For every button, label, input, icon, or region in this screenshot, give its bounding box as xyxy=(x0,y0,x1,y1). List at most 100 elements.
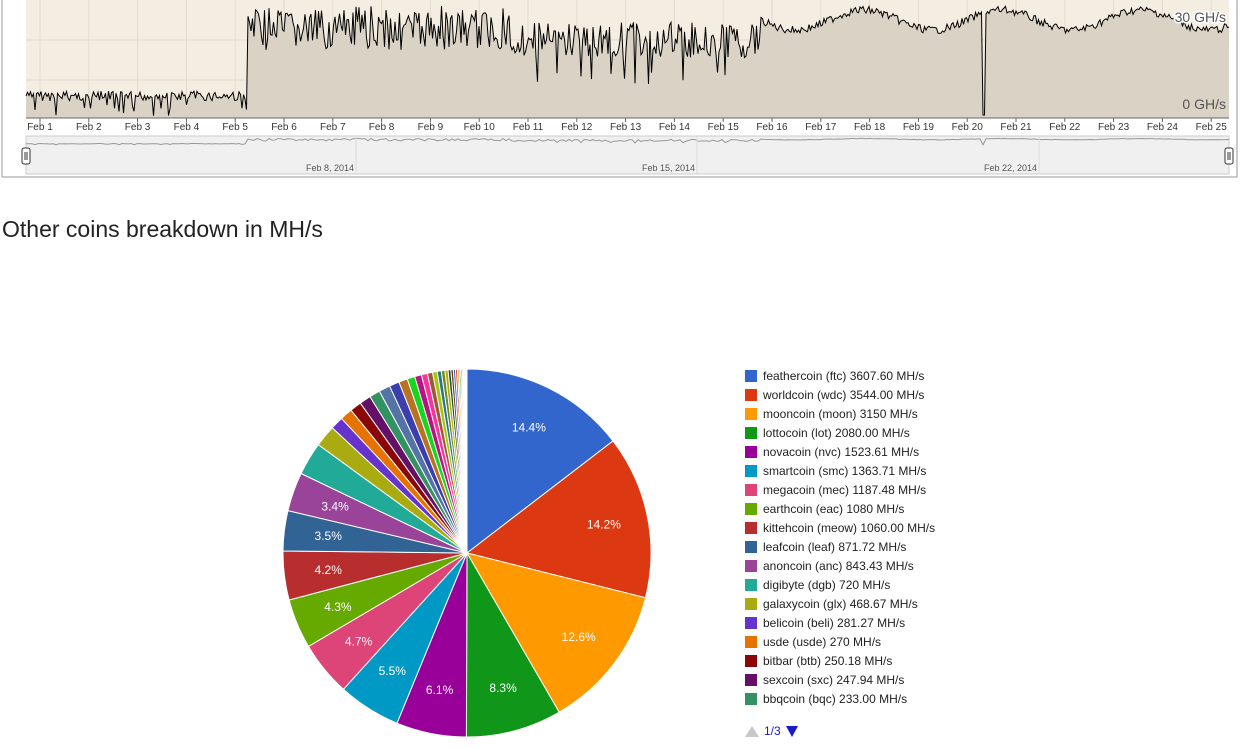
legend-swatch xyxy=(745,654,757,667)
x-tick-label: Feb 19 xyxy=(903,122,935,133)
pie-slice[interactable] xyxy=(465,368,468,554)
y-label-0: 0 GH/s xyxy=(1182,96,1226,112)
legend-label: feathercoin (ftc) 3607.60 MH/s xyxy=(763,368,925,383)
x-tick-label: Feb 13 xyxy=(610,122,642,133)
legend-swatch xyxy=(745,483,757,496)
x-tick-label: Feb 5 xyxy=(222,122,248,133)
x-tick-label: Feb 17 xyxy=(805,122,837,133)
x-tick-label: Feb 25 xyxy=(1196,122,1228,133)
legend-item[interactable]: sexcoin (sxc) 247.94 MH/s xyxy=(745,670,935,689)
x-tick-label: Feb 9 xyxy=(418,122,444,133)
legend-label: novacoin (nvc) 1523.61 MH/s xyxy=(763,444,920,459)
legend-label: digibyte (dgb) 720 MH/s xyxy=(763,577,891,592)
x-tick-label: Feb 18 xyxy=(854,122,886,133)
legend-item[interactable]: megacoin (mec) 1187.48 MH/s xyxy=(745,480,935,499)
x-tick-label: Feb 16 xyxy=(756,122,788,133)
legend-label: mooncoin (moon) 3150 MH/s xyxy=(763,406,918,421)
legend-label: galaxycoin (glx) 468.67 MH/s xyxy=(763,596,918,611)
legend-item[interactable]: galaxycoin (glx) 468.67 MH/s xyxy=(745,594,935,613)
x-tick-label: Feb 6 xyxy=(271,122,297,133)
legend-label: lottocoin (lot) 2080.00 MH/s xyxy=(763,425,910,440)
legend-swatch xyxy=(745,692,757,705)
x-tick-label: Feb 22 xyxy=(1049,122,1081,133)
legend-item[interactable]: usde (usde) 270 MH/s xyxy=(745,632,935,651)
legend-item[interactable]: digibyte (dgb) 720 MH/s xyxy=(745,575,935,594)
section-title: Other coins breakdown in MH/s xyxy=(2,216,323,242)
legend-item[interactable]: mooncoin (moon) 3150 MH/s xyxy=(745,404,935,423)
legend-item[interactable]: feathercoin (ftc) 3607.60 MH/s xyxy=(745,366,935,385)
legend-item[interactable]: smartcoin (smc) 1363.71 MH/s xyxy=(745,461,935,480)
legend-swatch xyxy=(745,616,757,629)
x-tick-label: Feb 12 xyxy=(561,122,593,133)
navigator-label: Feb 8, 2014 xyxy=(306,163,354,173)
legend-swatch xyxy=(745,578,757,591)
legend-item[interactable]: leafcoin (leaf) 871.72 MH/s xyxy=(745,537,935,556)
legend-pager: 1/3 xyxy=(745,724,798,738)
pager-prev-icon xyxy=(745,725,759,737)
legend-swatch xyxy=(745,426,757,439)
legend-item[interactable]: lottocoin (lot) 2080.00 MH/s xyxy=(745,423,935,442)
pie-slice-label: 3.4% xyxy=(321,499,349,513)
legend-label: kittehcoin (meow) 1060.00 MH/s xyxy=(763,520,936,535)
legend-label: worldcoin (wdc) 3544.00 MH/s xyxy=(763,387,925,402)
x-tick-label: Feb 10 xyxy=(464,122,496,133)
pie-slice-label: 3.5% xyxy=(315,529,343,543)
legend-swatch xyxy=(745,540,757,553)
pager-next-icon[interactable] xyxy=(785,725,798,737)
pie-slice-label: 4.7% xyxy=(345,634,373,648)
legend-item[interactable]: anoncoin (anc) 843.43 MH/s xyxy=(745,556,935,575)
x-tick-label: Feb 14 xyxy=(659,122,691,133)
legend-swatch xyxy=(745,445,757,458)
legend-swatch xyxy=(745,635,757,648)
legend-item[interactable]: belicoin (beli) 281.27 MH/s xyxy=(745,613,935,632)
legend-item[interactable]: bbqcoin (bqc) 233.00 MH/s xyxy=(745,689,935,708)
x-tick-label: Feb 23 xyxy=(1098,122,1130,133)
legend-swatch xyxy=(745,369,757,382)
navigator-left-handle[interactable] xyxy=(21,147,31,165)
pie-slice-label: 12.6% xyxy=(562,630,596,644)
legend-label: leafcoin (leaf) 871.72 MH/s xyxy=(763,539,907,554)
x-tick-label: Feb 3 xyxy=(125,122,151,133)
legend-item[interactable]: novacoin (nvc) 1523.61 MH/s xyxy=(745,442,935,461)
hashrate-chart: 30 GH/s 30 GH/s 0 GH/s Feb 1 Feb 2 Feb 3 Fe… xyxy=(1,0,1238,178)
legend-label: bitbar (btb) 250.18 MH/s xyxy=(763,653,893,668)
y-label-30-fg: 30 GH/s xyxy=(1175,9,1226,25)
legend-item[interactable]: earthcoin (eac) 1080 MH/s xyxy=(745,499,935,518)
x-tick-label: Feb 24 xyxy=(1147,122,1179,133)
pie-slice-label: 5.5% xyxy=(379,664,407,678)
x-tick-label: Feb 7 xyxy=(320,122,346,133)
navigator-label: Feb 22, 2014 xyxy=(984,163,1037,173)
x-tick-label: Feb 1 xyxy=(27,122,53,133)
x-tick-label: Feb 2 xyxy=(76,122,102,133)
legend-swatch xyxy=(745,407,757,420)
legend-swatch xyxy=(745,464,757,477)
legend-swatch xyxy=(745,559,757,572)
navigator-background xyxy=(25,135,1230,175)
legend-label: smartcoin (smc) 1363.71 MH/s xyxy=(763,463,927,478)
legend-label: belicoin (beli) 281.27 MH/s xyxy=(763,615,906,630)
pie-slice-label: 14.4% xyxy=(512,421,546,435)
pie-slice-label: 14.2% xyxy=(587,518,621,532)
legend-label: anoncoin (anc) 843.43 MH/s xyxy=(763,558,914,573)
legend-label: sexcoin (sxc) 247.94 MH/s xyxy=(763,672,905,687)
x-tick-label: Feb 8 xyxy=(369,122,395,133)
navigator-label: Feb 15, 2014 xyxy=(642,163,695,173)
pie-slice-label: 4.2% xyxy=(315,563,343,577)
x-tick-label: Feb 20 xyxy=(952,122,984,133)
legend-item[interactable]: kittehcoin (meow) 1060.00 MH/s xyxy=(745,518,935,537)
legend-label: usde (usde) 270 MH/s xyxy=(763,634,882,649)
legend-label: earthcoin (eac) 1080 MH/s xyxy=(763,501,905,516)
x-tick-label: Feb 11 xyxy=(513,122,544,133)
navigator-right-handle[interactable] xyxy=(1224,147,1234,165)
pie-slices xyxy=(282,368,652,738)
x-tick-label: Feb 21 xyxy=(1000,122,1032,133)
pie-slice-label: 8.3% xyxy=(489,681,517,695)
x-tick-label: Feb 4 xyxy=(174,122,200,133)
coins-pie-chart: 14.4% 14.2% 12.6% 8.3% 6.1% 5.5% 4.7% 4.3% 4.2% 3… xyxy=(282,368,652,738)
legend-item[interactable]: bitbar (btb) 250.18 MH/s xyxy=(745,651,935,670)
pie-legend: feathercoin (ftc) 3607.60 MH/s worldcoin … xyxy=(745,366,935,708)
x-tick-label: Feb 15 xyxy=(708,122,740,133)
pie-slice-label: 4.3% xyxy=(324,600,352,614)
legend-item[interactable]: worldcoin (wdc) 3544.00 MH/s xyxy=(745,385,935,404)
legend-label: megacoin (mec) 1187.48 MH/s xyxy=(763,482,927,497)
